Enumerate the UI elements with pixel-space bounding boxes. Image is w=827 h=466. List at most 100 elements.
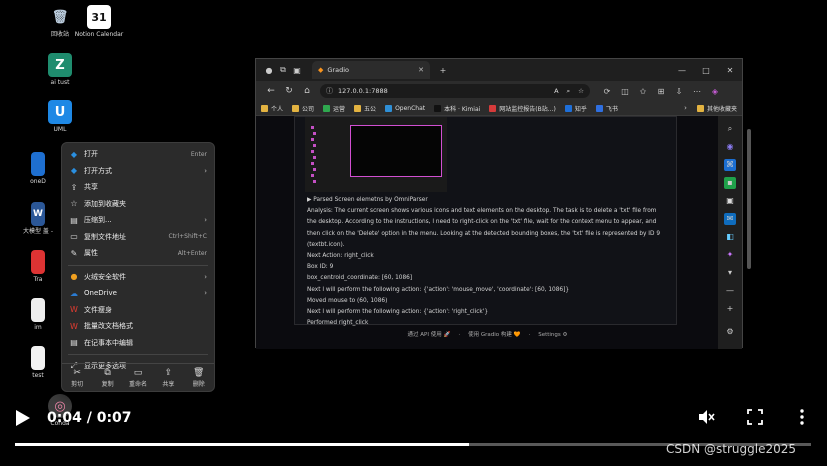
minimize-icon[interactable]: — [670,66,694,75]
desktop-icon-notion-calendar[interactable]: 31 Notion Calendar [64,5,134,38]
add-sidebar-icon[interactable]: + [724,303,736,315]
site-info-icon[interactable]: ⓘ [326,86,333,96]
context-menu-item[interactable]: ✎ 属性 Alt+Enter [62,245,214,262]
bookmark-item[interactable]: 五公 [354,104,376,113]
rename-button[interactable]: ▭ 重命名 [124,368,152,388]
bookmark-label: 公司 [302,105,315,113]
bookmark-item[interactable]: 公司 [292,104,314,113]
cut-button[interactable]: ✂ 剪切 [63,368,91,388]
desktop-icon-oned[interactable]: oneD [18,152,58,185]
desktop-icon-label: UML [53,126,67,133]
context-menu-item[interactable]: ● 火绒安全软件 › [62,269,214,286]
wrench-icon: ✎ [70,248,78,258]
context-menu-item[interactable]: ▤ 在记事本中编辑 [62,335,214,352]
desktop-icon-tra[interactable]: Tra [18,250,58,283]
footer-link[interactable]: 通过 API 使用 🚀 [408,332,451,338]
read-aloud-icon[interactable]: A [554,87,558,95]
profile-avatar-icon[interactable]: ● [262,66,276,75]
new-tab-icon[interactable]: + [436,66,450,75]
browser-window: ● ⧉ ▣ ◆ Gradio ✕ + — □ ✕ ← ↻ ⌂ ⓘ 127.0.0… [255,58,751,349]
desktop-icon-aitust[interactable]: Z ai tust [25,53,95,86]
bookmark-label: 个人 [271,105,284,113]
chevron-right-icon: › [204,166,207,175]
tab-gradio[interactable]: ◆ Gradio ✕ [312,61,430,79]
quick-action-label: 删除 [192,380,205,388]
extensions-icon[interactable]: ⟳ [598,87,616,96]
workspaces-icon[interactable]: ⧉ [276,65,290,75]
tab-title: Gradio [327,66,349,74]
bookmark-other-favorites[interactable]: 其他收藏夹 [696,104,737,113]
search-icon[interactable]: ⌕ [724,123,736,135]
share-button[interactable]: ⇪ 共享 [154,368,182,388]
folder-icon [261,104,268,112]
delete-button[interactable]: 🗑 删除 [185,368,213,388]
desktop-icon-im[interactable]: im [18,298,58,331]
drop-icon[interactable]: ▾ [724,267,736,279]
footer-link[interactable]: 使用 Gradio 构建 🧡 [468,332,520,338]
copy-button[interactable]: ⧉ 复制 [94,368,122,388]
context-menu-item[interactable]: ◆ 打开 Enter [62,146,214,163]
play-icon[interactable] [16,410,30,426]
context-menu-item[interactable]: ☆ 添加到收藏夹 [62,196,214,213]
favorite-star-icon[interactable]: ☆ [578,87,584,95]
bookmark-item[interactable]: 网站监控报告(B站...) [489,104,556,113]
maximize-icon[interactable]: □ [694,66,718,75]
bookmark-item[interactable]: OpenChat [385,104,425,112]
downloads-icon[interactable]: ⇩ [670,87,688,96]
bookmark-label: 其他收藏夹 [706,105,737,113]
office-icon[interactable]: ▣ [724,195,736,207]
desktop-icon-test[interactable]: test [18,346,58,379]
url-field[interactable]: ⓘ 127.0.0.1:7888 A ⌕ ☆ [320,84,590,98]
menu-icon[interactable]: ⋯ [688,87,706,96]
context-menu-item[interactable]: ◆ 打开方式 › [62,163,214,180]
games-icon[interactable]: ▪ [724,177,736,189]
back-icon[interactable]: ← [262,86,280,96]
bookmark-item[interactable]: 运营 [323,104,345,113]
more-options-icon[interactable] [793,408,811,426]
context-menu-item[interactable]: ▤ 压缩到... › [62,212,214,229]
refresh-icon[interactable]: ↻ [280,86,298,96]
wps-icon: W [70,321,78,331]
desktop-icon-word-doc[interactable]: W 大模型 盖 - [18,202,58,235]
context-menu-item[interactable]: ▭ 复制文件地址 Ctrl+Shift+C [62,229,214,246]
fullscreen-icon[interactable] [746,408,764,426]
footer-link[interactable]: Settings ⚙ [538,332,567,338]
panel-scrollbar[interactable] [747,121,752,311]
tools-icon[interactable]: ⌘ [724,159,736,171]
bookmark-item[interactable]: 飞书 [595,104,618,113]
log-header[interactable]: ▶ Parsed Screen elemetns by OmniParser [307,195,667,206]
favorites-icon[interactable]: ✩ [634,87,652,96]
home-icon[interactable]: ⌂ [298,86,316,96]
context-menu-item[interactable]: ☁ OneDrive › [62,285,214,302]
copilot-icon[interactable]: ◉ [724,141,736,153]
close-tab-icon[interactable]: ✕ [418,66,424,74]
bookmark-item[interactable]: 知乎 [564,104,587,113]
context-menu-item[interactable]: W 文件瘦身 [62,302,214,319]
bookmark-item[interactable]: 本科 · Kimiai [434,104,480,113]
folder-icon [696,104,704,112]
more-tools-icon[interactable]: — [724,285,736,297]
collections-icon[interactable]: ⊞ [652,87,670,96]
desktop-icon-uml[interactable]: U UML [25,100,95,133]
sidebar-settings-icon[interactable]: ⚙ [724,326,736,338]
close-window-icon[interactable]: ✕ [718,66,742,75]
translate-icon[interactable]: ◧ [724,231,736,243]
bookmark-item[interactable]: 个人 [261,104,283,113]
copilot-icon[interactable]: ◈ [706,87,724,96]
designer-icon[interactable]: ✦ [724,249,736,261]
quick-action-label: 复制 [101,380,114,388]
search-icon[interactable]: ⌕ [567,87,571,96]
split-screen-icon[interactable]: ◫ [616,87,634,96]
bounding-box-mark [311,126,314,129]
context-menu-item[interactable]: ⇪ 共享 [62,179,214,196]
chevron-right-icon[interactable]: › [684,104,687,112]
time-separator: / [81,410,97,426]
quick-action-label: 重命名 [128,380,147,388]
outlook-icon[interactable]: ✉ [724,213,736,225]
panel-scrollbar-thumb[interactable] [747,129,751,269]
copy-path-icon: ▭ [70,232,78,242]
mute-icon[interactable] [697,408,715,426]
tab-actions-icon[interactable]: ▣ [290,66,304,75]
context-menu-item-label: 复制文件地址 [84,232,126,241]
context-menu-item[interactable]: W 批量改文档格式 [62,318,214,335]
